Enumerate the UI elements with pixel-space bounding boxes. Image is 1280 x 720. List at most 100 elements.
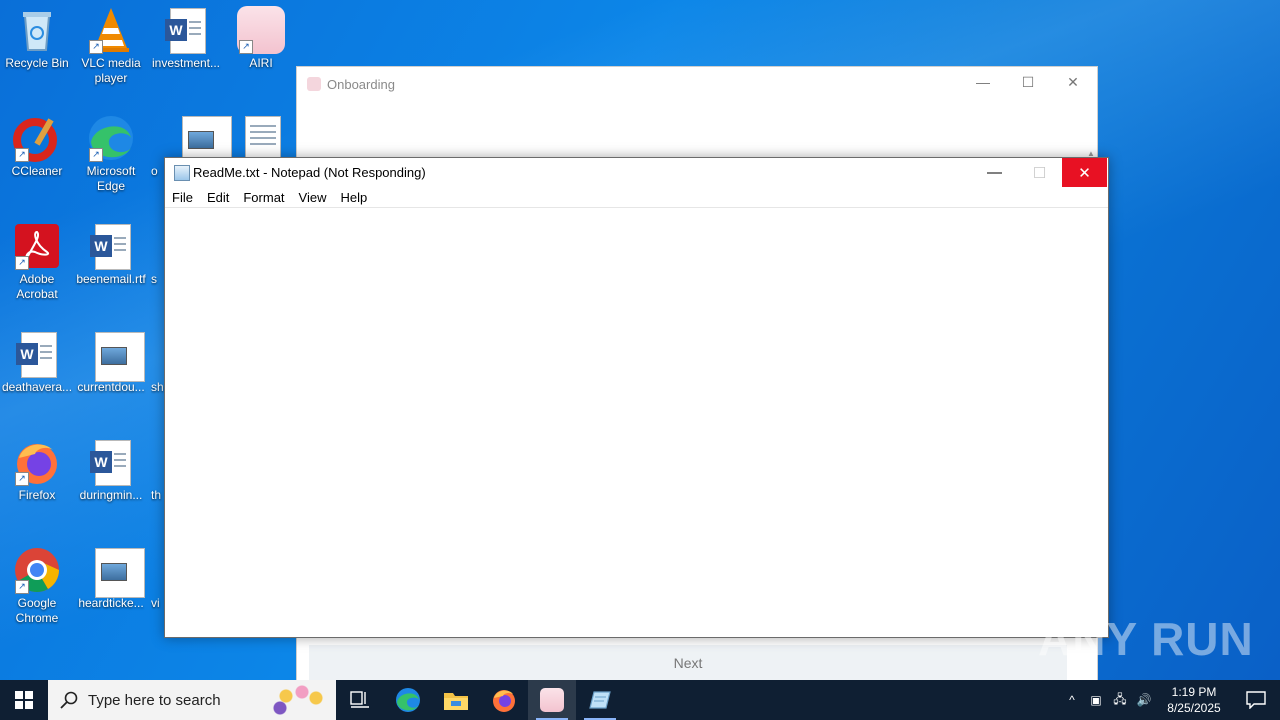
desktop-icon-ccleaner[interactable]: ↗ CCleaner [2, 114, 72, 179]
desktop-icon-label: Recycle Bin [5, 56, 69, 70]
airi-app-icon: ↗ [237, 6, 285, 54]
menu-format[interactable]: Format [236, 188, 291, 207]
desktop-icon-beenemail[interactable]: beenemail.rtf [76, 222, 146, 287]
chrome-icon: ↗ [13, 546, 61, 594]
desktop-icon-label: Google Chrome [15, 596, 59, 625]
desktop-icon-label: Adobe Acrobat [16, 272, 58, 301]
onboarding-titlebar: Onboarding [307, 75, 395, 93]
desktop-icon-label: heardticke... [78, 596, 144, 610]
onboarding-title: Onboarding [327, 76, 395, 92]
edge-icon: ↗ [87, 114, 135, 162]
vlc-cone-icon: ↗ [87, 6, 135, 54]
edge-icon [396, 688, 420, 712]
word-document-icon [87, 438, 135, 486]
shortcut-arrow-icon: ↗ [239, 40, 253, 54]
desktop-icon-label: VLC media player [81, 56, 141, 85]
taskbar-firefox[interactable] [480, 680, 528, 720]
onboarding-close-button[interactable]: ✕ [1050, 67, 1096, 97]
desktop-icon-chrome[interactable]: ↗ Google Chrome [2, 546, 72, 626]
shortcut-arrow-icon: ↗ [15, 472, 29, 486]
desktop-icon-partial-s[interactable]: s [151, 222, 165, 287]
desktop-icon-label: Microsoft Edge [86, 164, 136, 193]
desktop-icon-label: th [151, 488, 162, 502]
notepad-window[interactable]: ReadMe.txt - Notepad (Not Responding) — … [164, 157, 1109, 638]
notepad-text-area[interactable] [165, 208, 1108, 637]
desktop-icon-heardticke[interactable]: heardticke... [76, 546, 146, 611]
menu-help[interactable]: Help [333, 188, 374, 207]
notepad-menubar: File Edit Format View Help [165, 188, 1108, 208]
notepad-title: ReadMe.txt - Notepad (Not Responding) [193, 165, 426, 180]
onboarding-minimize-button[interactable]: — [960, 67, 1006, 97]
shortcut-arrow-icon: ↗ [15, 256, 29, 270]
acrobat-icon: ↗ [13, 222, 61, 270]
windows-logo-icon [15, 691, 33, 709]
desktop-icon-label: investment... [151, 56, 221, 70]
menu-edit[interactable]: Edit [200, 188, 236, 207]
menu-file[interactable]: File [165, 188, 200, 207]
desktop-icon-vlc[interactable]: ↗ VLC media player [76, 6, 146, 86]
tray-meet-icon[interactable]: ▣ [1084, 693, 1108, 707]
task-view-icon [350, 691, 369, 708]
start-button[interactable] [0, 680, 48, 720]
airi-app-icon [540, 688, 564, 712]
next-button[interactable]: Next [309, 645, 1067, 681]
desktop-icon-deathavera[interactable]: deathavera... [2, 330, 72, 395]
search-highlight-flowers-icon [266, 682, 332, 718]
search-placeholder: Type here to search [88, 691, 221, 709]
notepad-minimize-button[interactable]: — [972, 158, 1017, 187]
tray-chevron-up-icon[interactable]: ^ [1060, 693, 1084, 707]
shortcut-arrow-icon: ↗ [15, 148, 29, 162]
scroll-up-arrow-icon[interactable]: ▲ [1087, 149, 1095, 158]
notepad-maximize-button[interactable]: ☐ [1017, 158, 1062, 187]
desktop-icon-label: deathavera... [2, 380, 73, 394]
desktop-icon-firefox[interactable]: ↗ Firefox [2, 438, 72, 503]
desktop-icon-label: vi [151, 596, 160, 610]
menu-view[interactable]: View [292, 188, 334, 207]
taskbar-search-box[interactable]: Type here to search [48, 680, 336, 720]
notepad-icon [589, 691, 611, 709]
clock-time: 1:19 PM [1171, 685, 1217, 699]
desktop-icon-label: AIRI [249, 56, 273, 70]
notepad-icon [174, 165, 190, 181]
desktop-icon-currentdou[interactable]: currentdou... [76, 330, 146, 395]
taskbar-airi[interactable] [528, 680, 576, 720]
desktop-icon-recycle-bin[interactable]: Recycle Bin [2, 6, 72, 71]
ccleaner-icon: ↗ [13, 114, 61, 162]
action-center-button[interactable] [1232, 680, 1280, 720]
shortcut-arrow-icon: ↗ [15, 580, 29, 594]
desktop-icon-acrobat[interactable]: ↗ Adobe Acrobat [2, 222, 72, 302]
task-view-button[interactable] [336, 680, 384, 720]
word-document-icon [13, 330, 61, 378]
tray-volume-icon[interactable]: 🔊 [1132, 693, 1156, 707]
airi-app-icon [307, 77, 321, 91]
desktop-icon-label: duringmin... [79, 488, 143, 502]
system-tray: ^ ▣ 🖧 🔊 1:19 PM 8/25/2025 [1060, 680, 1280, 720]
desktop-icon-label: Firefox [18, 488, 56, 502]
recycle-bin-icon [13, 6, 61, 54]
image-file-icon [87, 330, 145, 382]
taskbar-file-explorer[interactable] [432, 680, 480, 720]
notepad-close-button[interactable]: ✕ [1062, 158, 1107, 187]
taskbar-notepad[interactable] [576, 680, 624, 720]
firefox-icon: ↗ [13, 438, 61, 486]
notepad-titlebar[interactable]: ReadMe.txt - Notepad (Not Responding) — … [165, 158, 1108, 188]
taskbar: Type here to search ^ ▣ 🖧 🔊 1:19 PM 8/25… [0, 680, 1280, 720]
taskbar-edge[interactable] [384, 680, 432, 720]
notification-icon [1246, 691, 1266, 709]
desktop-icon-investment[interactable]: investment... [151, 6, 221, 71]
desktop-icon-label: sh [151, 380, 164, 394]
clock-date: 8/25/2025 [1167, 701, 1221, 715]
desktop-icon-partial-th[interactable]: th [151, 438, 165, 503]
tray-network-icon[interactable]: 🖧 [1108, 690, 1132, 711]
onboarding-maximize-button[interactable]: ☐ [1005, 67, 1051, 97]
text-file-icon [237, 114, 285, 162]
anyrun-watermark: ANY RUN [1038, 613, 1254, 665]
shortcut-arrow-icon: ↗ [89, 40, 103, 54]
desktop-icon-partial-vi[interactable]: vi [151, 546, 165, 611]
desktop-icon-partial-sh[interactable]: sh [151, 330, 165, 395]
word-document-icon [87, 222, 135, 270]
desktop-icon-edge[interactable]: ↗ Microsoft Edge [76, 114, 146, 194]
desktop-icon-airi[interactable]: ↗ AIRI [226, 6, 296, 71]
desktop-icon-duringmin[interactable]: duringmin... [76, 438, 146, 503]
taskbar-clock[interactable]: 1:19 PM 8/25/2025 [1156, 684, 1232, 716]
